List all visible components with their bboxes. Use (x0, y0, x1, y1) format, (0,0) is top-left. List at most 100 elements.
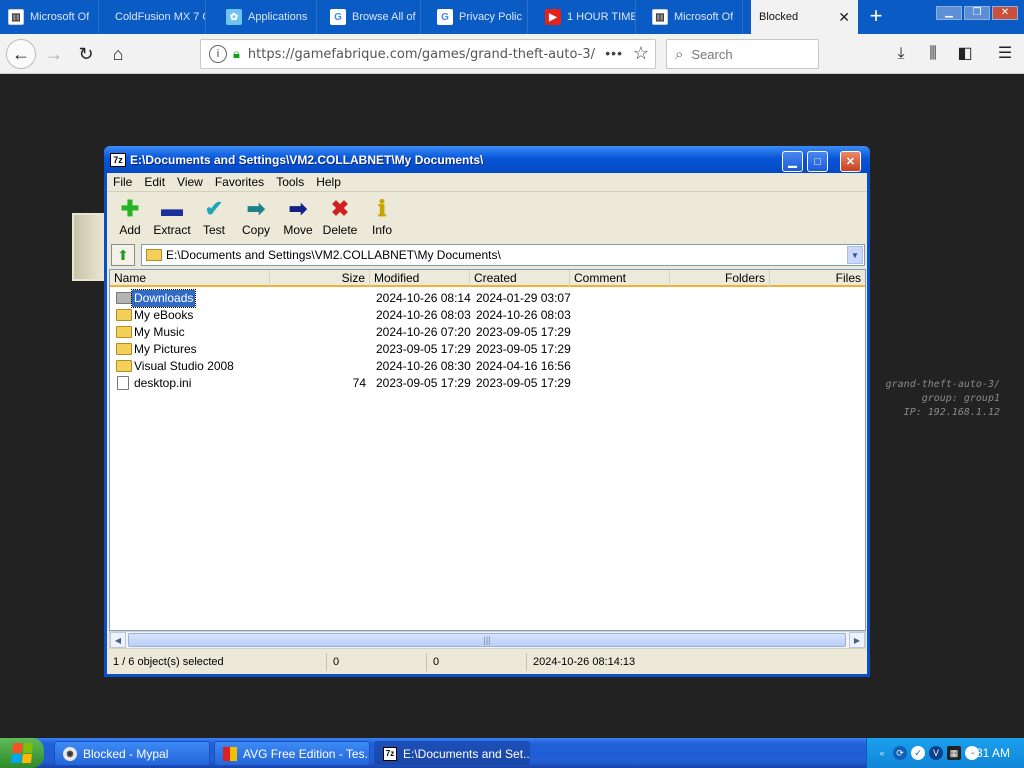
minimize-window-button[interactable]: ▁ (936, 6, 962, 20)
column-files[interactable]: Files (770, 270, 865, 287)
restore-window-button[interactable]: ❐ (964, 6, 990, 20)
new-tab-button[interactable]: + (864, 4, 888, 28)
close-button[interactable]: ✕ (840, 151, 861, 172)
column-comment[interactable]: Comment (570, 270, 670, 287)
item-modified: 2024-10-26 08:30 (376, 359, 471, 373)
library-icon[interactable]: ⫼ (922, 43, 944, 65)
status-packed: 0 (429, 653, 527, 671)
browser-nav-bar: ← → ↻ ⌂ i 🔒︎ https://gamefabrique.com/ga… (0, 34, 1024, 74)
info-icon[interactable]: i (209, 45, 227, 63)
scroll-left-icon[interactable]: ◀ (110, 632, 126, 648)
item-name: My Pictures (134, 342, 197, 356)
menu-icon[interactable]: ☰ (994, 43, 1016, 65)
arrow-right-icon: ➡ (246, 196, 266, 221)
network-icon[interactable]: ⟳ (893, 746, 907, 760)
column-headers: Name Size Modified Created Comment Folde… (110, 270, 865, 287)
tab-coldfusion[interactable]: ColdFusion MX 7 C (107, 0, 206, 34)
item-modified: 2024-10-26 08:03 (376, 308, 471, 322)
tab-browse-all[interactable]: G Browse All of (322, 0, 421, 34)
back-button[interactable]: ← (6, 39, 36, 69)
tab-blocked[interactable]: Blocked ✕ (751, 0, 858, 34)
list-item[interactable]: My eBooks 2024-10-26 08:03 2024-10-26 08… (110, 307, 865, 324)
url-bar[interactable]: i 🔒︎ https://gamefabrique.com/games/gran… (200, 39, 656, 69)
tab-privacy-policy[interactable]: G Privacy Polic (429, 0, 528, 34)
menu-bar: File Edit View Favorites Tools Help (107, 173, 867, 192)
url-text[interactable]: https://gamefabrique.com/games/grand-the… (248, 47, 595, 62)
search-input[interactable]: ⌕ Search (666, 39, 819, 69)
scrollbar-thumb[interactable]: ||| (128, 633, 846, 647)
list-item[interactable]: My Music 2024-10-26 07:20 2023-09-05 17:… (110, 324, 865, 341)
file-list: Name Size Modified Created Comment Folde… (109, 269, 866, 631)
up-folder-button[interactable]: ⬆ (111, 244, 135, 266)
home-button[interactable]: ⌂ (104, 40, 132, 68)
column-name[interactable]: Name (110, 270, 270, 287)
info-button[interactable]: ℹ Info (361, 193, 403, 241)
page-actions-icon[interactable]: ••• (605, 45, 623, 61)
menu-favorites[interactable]: Favorites (209, 175, 270, 189)
taskbar-item-7zip[interactable]: 7z E:\Documents and Set... (374, 741, 530, 766)
tray-arrow-icon[interactable]: « (875, 746, 889, 760)
search-icon: ⌕ (675, 45, 684, 63)
taskbar-item-avg[interactable]: AVG Free Edition - Tes... (214, 741, 370, 766)
toolbar-label: Add (119, 223, 141, 237)
7zip-title-bar[interactable]: 7z E:\Documents and Settings\VM2.COLLABN… (104, 146, 870, 173)
column-created[interactable]: Created (470, 270, 570, 287)
address-bar: ⬆ E:\Documents and Settings\VM2.COLLABNE… (109, 244, 865, 266)
reload-icon: ↻ (78, 43, 94, 64)
tab-microsoft-office-1[interactable]: ▥ Microsoft Of (0, 0, 99, 34)
clock[interactable]: 8:31 AM (966, 746, 1010, 760)
tab-label: Privacy Polic (459, 11, 522, 23)
tab-1-hour-time[interactable]: ▶ 1 HOUR TIME (537, 0, 636, 34)
toolbar-label: Copy (241, 223, 270, 237)
antivirus-icon[interactable]: V (929, 746, 943, 760)
scroll-right-icon[interactable]: ▶ (849, 632, 865, 648)
up-arrow-icon: ⬆ (117, 246, 129, 263)
test-button[interactable]: ✔ Test (193, 193, 235, 241)
menu-tools[interactable]: Tools (270, 175, 310, 189)
menu-view[interactable]: View (171, 175, 209, 189)
add-button[interactable]: ✚ Add (109, 193, 151, 241)
taskbar-item-mypal[interactable]: ◉ Blocked - Mypal (54, 741, 210, 766)
move-button[interactable]: ➡ Move (277, 193, 319, 241)
maximize-button[interactable]: □ (807, 151, 828, 172)
bookmark-star-icon[interactable]: ☆ (633, 43, 649, 64)
column-folders[interactable]: Folders (670, 270, 770, 287)
menu-edit[interactable]: Edit (138, 175, 171, 189)
forward-button[interactable]: → (40, 40, 68, 68)
minimize-button[interactable]: ▁ (782, 151, 803, 172)
item-created: 2024-10-26 08:03 (476, 308, 571, 322)
item-name: My eBooks (134, 308, 194, 322)
menu-file[interactable]: File (107, 175, 138, 189)
7zip-icon: 7z (383, 746, 397, 761)
close-window-button[interactable]: ✕ (992, 6, 1018, 20)
list-item[interactable]: desktop.ini 74 2023-09-05 17:29 2023-09-… (110, 375, 865, 392)
menu-help[interactable]: Help (310, 175, 347, 189)
path-combobox[interactable]: E:\Documents and Settings\VM2.COLLABNET\… (141, 244, 865, 266)
start-button[interactable] (0, 738, 44, 768)
google-icon: G (330, 9, 346, 25)
security-icon[interactable]: ✓ (911, 746, 925, 760)
reload-button[interactable]: ↻ (72, 40, 100, 68)
tab-microsoft-office-2[interactable]: ▥ Microsoft Of (644, 0, 743, 34)
sidebar-icon[interactable]: ◧ (954, 43, 976, 65)
delete-button[interactable]: ✖ Delete (319, 193, 361, 241)
extract-button[interactable]: ▬ Extract (151, 193, 193, 241)
copy-button[interactable]: ➡ Copy (235, 193, 277, 241)
tab-label: Browse All of (352, 11, 416, 23)
list-item[interactable]: Downloads 2024-10-26 08:14 2024-01-29 03… (110, 289, 865, 308)
chevron-down-icon[interactable]: ▼ (847, 246, 863, 264)
column-size[interactable]: Size (270, 270, 370, 287)
app-tray-icon[interactable]: ▦ (947, 746, 961, 760)
horizontal-scrollbar[interactable]: ◀ ||| ▶ (109, 631, 866, 649)
item-modified: 2024-10-26 08:14 (376, 291, 471, 305)
youtube-icon: ▶ (545, 9, 561, 25)
download-icon[interactable]: ⤓ (890, 43, 912, 65)
taskbar-item-label: Blocked - Mypal (83, 746, 169, 761)
column-modified[interactable]: Modified (370, 270, 470, 287)
list-item[interactable]: My Pictures 2023-09-05 17:29 2023-09-05 … (110, 341, 865, 358)
item-name: Downloads (130, 289, 197, 308)
mypal-icon: ◉ (63, 746, 77, 761)
tab-applications[interactable]: ✿ Applications (218, 0, 317, 34)
close-tab-icon[interactable]: ✕ (838, 9, 850, 26)
list-item[interactable]: Visual Studio 2008 2024-10-26 08:30 2024… (110, 358, 865, 375)
